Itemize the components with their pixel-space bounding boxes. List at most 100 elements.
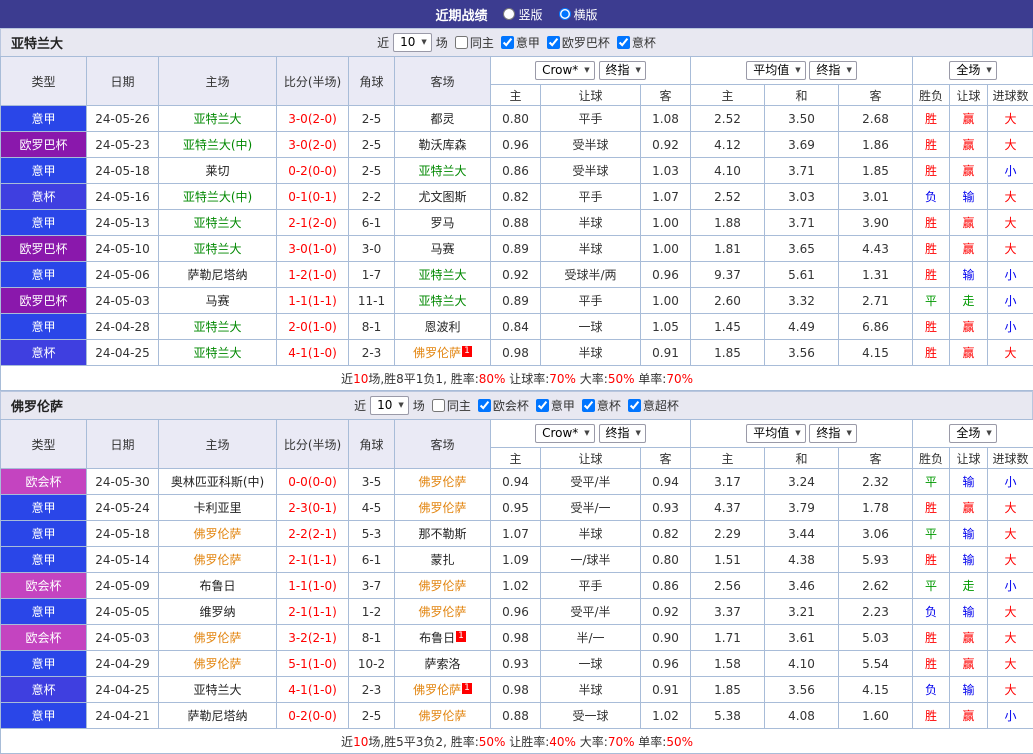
euro-odds-home: 1.71 <box>691 625 765 651</box>
checkbox-input[interactable] <box>432 399 445 412</box>
bookmaker-select-value: Crow* <box>542 63 578 78</box>
team-section-atalanta: 亚特兰大 近10▼场同主意甲欧罗巴杯意杯 类型 日期 主场 比分(半场) 角球 … <box>0 28 1033 391</box>
home-team-cell: 亚特兰大 <box>159 677 277 703</box>
checkbox-input[interactable] <box>536 399 549 412</box>
match-count-select[interactable]: 10▼ <box>393 33 432 52</box>
bookmaker-select[interactable]: Crow*▼ <box>535 424 595 443</box>
result-handicap: 赢 <box>950 210 988 236</box>
summary-part: 单率: <box>634 735 666 749</box>
red-card-badge: 1 <box>462 683 472 694</box>
asia-odds-time-select[interactable]: 终指▼ <box>599 61 646 80</box>
col-header-asia-home: 主 <box>491 85 541 106</box>
radio-input-horizontal[interactable] <box>559 8 571 20</box>
filter-checkbox-意甲[interactable]: 意甲 <box>501 34 540 51</box>
league-badge: 意甲 <box>1 262 87 288</box>
col-header-asia-away: 客 <box>641 448 691 469</box>
match-date: 24-04-29 <box>87 651 159 677</box>
col-header-home: 主场 <box>159 420 277 469</box>
filter-checkbox-意甲[interactable]: 意甲 <box>536 397 575 414</box>
checkbox-input[interactable] <box>582 399 595 412</box>
team-name: 莱切 <box>205 164 229 178</box>
score: 3-0(1-0) <box>277 236 349 262</box>
match-date: 24-05-05 <box>87 599 159 625</box>
filter-checkbox-同主[interactable]: 同主 <box>432 397 471 414</box>
checkbox-input[interactable] <box>628 399 641 412</box>
team-header-bar: 亚特兰大 近10▼场同主意甲欧罗巴杯意杯 <box>0 28 1033 56</box>
filter-checkbox-欧罗巴杯[interactable]: 欧罗巴杯 <box>547 34 610 51</box>
asian-odds-away: 1.07 <box>641 184 691 210</box>
summary-part: 50% <box>479 735 506 749</box>
asian-odds-away: 0.91 <box>641 677 691 703</box>
match-count-select[interactable]: 10▼ <box>370 396 409 415</box>
result-handicap: 赢 <box>950 314 988 340</box>
euro-odds-away: 3.01 <box>839 184 913 210</box>
col-header-result: 胜负 <box>913 85 950 106</box>
col-header-euro-away: 客 <box>839 448 913 469</box>
result-scope-select[interactable]: 全场▼ <box>949 424 996 443</box>
checkbox-input[interactable] <box>547 36 560 49</box>
checkbox-input[interactable] <box>478 399 491 412</box>
asian-odds-away: 1.00 <box>641 210 691 236</box>
filter-checkbox-意杯[interactable]: 意杯 <box>582 397 621 414</box>
result-outcome: 平 <box>913 469 950 495</box>
filter-checkbox-意超杯[interactable]: 意超杯 <box>628 397 679 414</box>
checkbox-label: 欧罗巴杯 <box>562 34 610 51</box>
checkbox-input[interactable] <box>501 36 514 49</box>
summary-part: 70% <box>608 735 635 749</box>
result-scope-select[interactable]: 全场▼ <box>949 61 996 80</box>
team-name: 佛罗伦萨 <box>193 527 241 541</box>
topbar: 近期战绩 竖版 横版 <box>0 0 1033 28</box>
euro-odds-group-header: 平均值▼ 终指▼ <box>691 420 913 448</box>
euro-odds-home: 4.10 <box>691 158 765 184</box>
result-outcome: 胜 <box>913 651 950 677</box>
col-header-result-handicap: 让球 <box>950 85 988 106</box>
team-name: 佛罗伦萨 <box>193 631 241 645</box>
checkbox-input[interactable] <box>617 36 630 49</box>
result-goals: 大 <box>988 106 1033 132</box>
radio-input-vertical[interactable] <box>503 8 515 20</box>
euro-odds-away: 1.86 <box>839 132 913 158</box>
asian-odds-away: 0.94 <box>641 469 691 495</box>
euro-odds-time-select[interactable]: 终指▼ <box>809 61 856 80</box>
asian-odds-away: 0.82 <box>641 521 691 547</box>
league-badge: 欧会杯 <box>1 625 87 651</box>
result-goals: 小 <box>988 288 1033 314</box>
result-handicap: 走 <box>950 288 988 314</box>
away-team-cell: 佛罗伦萨1 <box>395 340 491 366</box>
euro-odds-source-select[interactable]: 平均值▼ <box>746 61 805 80</box>
away-team-cell: 亚特兰大 <box>395 288 491 314</box>
euro-odds-source-value: 平均值 <box>753 426 789 441</box>
euro-odds-source-select[interactable]: 平均值▼ <box>746 424 805 443</box>
chevron-down-icon: ▼ <box>584 63 589 78</box>
filter-checkbox-意杯[interactable]: 意杯 <box>617 34 656 51</box>
handicap-line: 平手 <box>541 184 641 210</box>
team-name: 萨索洛 <box>424 657 460 671</box>
page: { "topbar": { "title": "近期战绩", "radios":… <box>0 0 1033 754</box>
asia-odds-time-select[interactable]: 终指▼ <box>599 424 646 443</box>
euro-odds-home: 1.81 <box>691 236 765 262</box>
col-header-euro-draw: 和 <box>765 85 839 106</box>
layout-radio-horizontal[interactable]: 横版 <box>559 6 598 23</box>
team-name: 佛罗伦萨 <box>418 709 466 723</box>
bookmaker-select[interactable]: Crow* ▼ <box>535 61 595 80</box>
home-team-cell: 佛罗伦萨 <box>159 651 277 677</box>
result-handicap: 走 <box>950 573 988 599</box>
result-goals: 大 <box>988 547 1033 573</box>
score: 1-1(1-1) <box>277 288 349 314</box>
table-header-row-groups: 类型 日期 主场 比分(半场) 角球 客场 Crow*▼ 终指▼ 平均值▼ 终指… <box>1 57 1033 85</box>
result-goals: 大 <box>988 184 1033 210</box>
asian-odds-away: 0.80 <box>641 547 691 573</box>
match-date: 24-05-18 <box>87 158 159 184</box>
team-header-bar: 佛罗伦萨 近10▼场同主欧会杯意甲意杯意超杯 <box>0 391 1033 419</box>
col-header-euro-draw: 和 <box>765 448 839 469</box>
layout-radio-vertical[interactable]: 竖版 <box>503 6 542 23</box>
score: 2-3(0-1) <box>277 495 349 521</box>
col-header-result: 胜负 <box>913 448 950 469</box>
result-goals: 小 <box>988 703 1033 729</box>
filter-checkbox-同主[interactable]: 同主 <box>455 34 494 51</box>
result-outcome: 平 <box>913 573 950 599</box>
euro-odds-time-select[interactable]: 终指▼ <box>809 424 856 443</box>
filter-checkbox-欧会杯[interactable]: 欧会杯 <box>478 397 529 414</box>
match-date: 24-04-25 <box>87 677 159 703</box>
checkbox-input[interactable] <box>455 36 468 49</box>
